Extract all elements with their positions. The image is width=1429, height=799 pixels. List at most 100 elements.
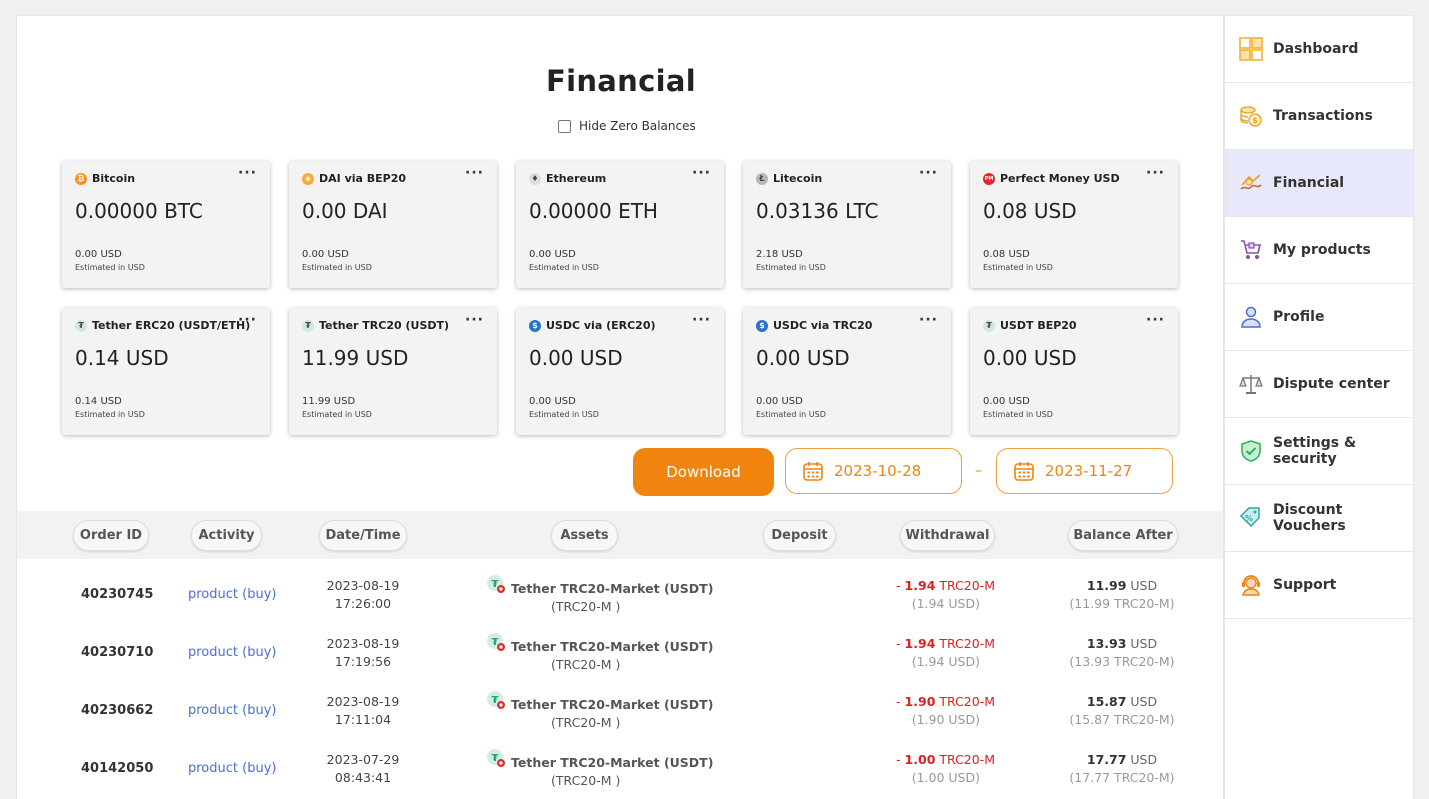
date-from-input[interactable]: 2023-10-28 — [785, 448, 962, 494]
withdrawal-unit: TRC20-M — [935, 636, 995, 651]
activity-link[interactable]: product (buy) — [188, 587, 276, 602]
header-balance-after[interactable]: Balance After — [1068, 520, 1178, 551]
header-deposit[interactable]: Deposit — [763, 520, 836, 551]
table-row: 40230662 product (buy) 2023-08-19 17:11:04 ₮… — [17, 683, 1223, 741]
card-header: PM Perfect Money USD — [983, 172, 1165, 185]
card-usd-value: 2.18 USD — [756, 249, 803, 260]
balance-sub: (17.77 TRC20-M) — [1069, 770, 1175, 785]
tether-market-icon: ₮ — [486, 748, 506, 768]
sidebar-item-label: Settings & security — [1273, 435, 1357, 467]
balance-card[interactable]: ₮ Tether ERC20 (USDT/ETH) ··· 0.14 USD 0.14 … — [62, 308, 270, 435]
sidebar-item-profile[interactable]: Profile — [1225, 284, 1413, 351]
ethereum-icon: ♦ — [529, 172, 541, 185]
hide-zero-toggle[interactable]: Hide Zero Balances — [558, 119, 696, 133]
litecoin-icon: Ł — [756, 172, 768, 185]
activity-link[interactable]: product (buy) — [188, 645, 276, 660]
svg-text:%: % — [1245, 514, 1253, 523]
card-title: Ethereum — [546, 172, 607, 185]
sidebar-item-my-products[interactable]: My products — [1225, 217, 1413, 284]
more-options-icon[interactable]: ··· — [692, 165, 711, 181]
balance-card[interactable]: PM Perfect Money USD ··· 0.08 USD 0.08 USD Es… — [970, 161, 1178, 288]
more-options-icon[interactable]: ··· — [1146, 165, 1165, 181]
balance-unit: USD — [1126, 636, 1158, 651]
withdrawal-usd: (1.00 USD) — [911, 770, 980, 785]
card-amount: 0.00000 BTC — [75, 199, 203, 223]
balance-card[interactable]: ₮ USDT BEP20 ··· 0.00 USD 0.00 USD Estimated … — [970, 308, 1178, 435]
card-estimated-note: Estimated in USD — [756, 410, 826, 419]
card-header: ◈ DAI via BEP20 — [302, 172, 484, 185]
card-usd-value: 0.00 USD — [756, 396, 803, 407]
withdrawal-amount: 1.90 — [904, 694, 936, 709]
more-options-icon[interactable]: ··· — [919, 165, 938, 181]
balance-sub: (11.99 TRC20-M) — [1069, 596, 1175, 611]
withdrawal-cell: - 1.90 TRC20-M (1.90 USD) — [857, 693, 995, 729]
balance-amount: 17.77 — [1086, 752, 1127, 767]
card-title: USDC via TRC20 — [773, 319, 873, 332]
date-separator: – — [975, 463, 982, 479]
more-options-icon[interactable]: ··· — [692, 312, 711, 328]
balance-card[interactable]: $ USDC via TRC20 ··· 0.00 USD 0.00 USD Estima… — [743, 308, 951, 435]
sidebar-item-dashboard[interactable]: Dashboard — [1225, 16, 1413, 83]
asset-name: Tether TRC20-Market (USDT) — [511, 639, 714, 654]
balance-card[interactable]: ◈ DAI via BEP20 ··· 0.00 DAI 0.00 USD Estimat… — [289, 161, 497, 288]
balance-cards: ₿ Bitcoin ··· 0.00000 BTC 0.00 USD Estimated … — [62, 161, 1182, 435]
header-withdrawal[interactable]: Withdrawal — [900, 520, 995, 551]
order-id: 40142050 — [81, 761, 154, 776]
sidebar-item-support[interactable]: Support — [1225, 552, 1413, 619]
date-to-input[interactable]: 2023-11-27 — [996, 448, 1173, 494]
balance-card[interactable]: $ USDC via (ERC20) ··· 0.00 USD 0.00 USD Esti… — [516, 308, 724, 435]
card-usd-value: 0.00 USD — [983, 396, 1030, 407]
card-estimated-note: Estimated in USD — [756, 263, 826, 272]
card-amount: 0.00 USD — [529, 346, 623, 370]
date-from-value: 2023-10-28 — [834, 462, 922, 480]
balance-card[interactable]: ₮ Tether TRC20 (USDT) ··· 11.99 USD 11.99 US… — [289, 308, 497, 435]
usdc-icon: $ — [529, 319, 541, 332]
card-estimated-note: Estimated in USD — [983, 410, 1053, 419]
withdrawal-sign: - — [896, 636, 905, 651]
asset-network: (TRC20-M ) — [551, 657, 621, 672]
withdrawal-amount: 1.94 — [904, 578, 936, 593]
balance-card[interactable]: Ł Litecoin ··· 0.03136 LTC 2.18 USD Estimated… — [743, 161, 951, 288]
withdrawal-unit: TRC20-M — [935, 578, 995, 593]
more-options-icon[interactable]: ··· — [238, 165, 257, 181]
card-estimated-note: Estimated in USD — [983, 263, 1053, 272]
balance-after-cell: 15.87 USD (15.87 TRC20-M) — [1057, 693, 1187, 729]
card-header: $ USDC via TRC20 — [756, 319, 938, 332]
activity-link[interactable]: product (buy) — [188, 703, 276, 718]
card-usd-value: 0.00 USD — [75, 249, 122, 260]
activity-link[interactable]: product (buy) — [188, 761, 276, 776]
sidebar-item-dispute-center[interactable]: Dispute center — [1225, 351, 1413, 418]
sidebar-item-discount-vouchers[interactable]: % Discount Vouchers — [1225, 485, 1413, 552]
sidebar-item-label: Discount Vouchers — [1273, 502, 1346, 534]
balance-card[interactable]: ₿ Bitcoin ··· 0.00000 BTC 0.00 USD Estimated … — [62, 161, 270, 288]
card-amount: 0.00 DAI — [302, 199, 388, 223]
order-id: 40230710 — [81, 645, 154, 660]
more-options-icon[interactable]: ··· — [919, 312, 938, 328]
more-options-icon[interactable]: ··· — [238, 312, 257, 328]
hide-zero-checkbox[interactable] — [558, 119, 571, 133]
card-amount: 11.99 USD — [302, 346, 409, 370]
sidebar-item-transactions[interactable]: $ Transactions — [1225, 83, 1413, 150]
balance-amount: 13.93 — [1086, 636, 1127, 651]
profile-icon — [1239, 305, 1263, 329]
header-date-time[interactable]: Date/Time — [319, 520, 407, 551]
sidebar-item-financial[interactable]: Financial — [1225, 150, 1413, 217]
perfect-money-icon: PM — [983, 172, 995, 185]
more-options-icon[interactable]: ··· — [465, 165, 484, 181]
withdrawal-cell: - 1.94 TRC20-M (1.94 USD) — [857, 635, 995, 671]
header-activity[interactable]: Activity — [191, 520, 262, 551]
balance-card[interactable]: ♦ Ethereum ··· 0.00000 ETH 0.00 USD Estimated… — [516, 161, 724, 288]
more-options-icon[interactable]: ··· — [1146, 312, 1165, 328]
header-assets[interactable]: Assets — [551, 520, 618, 551]
sidebar-item-label: Support — [1273, 577, 1337, 593]
withdrawal-sign: - — [896, 752, 905, 767]
withdrawal-amount: 1.00 — [904, 752, 936, 767]
bitcoin-icon: ₿ — [75, 172, 87, 185]
sidebar-item-settings-security[interactable]: Settings & security — [1225, 418, 1413, 485]
header-order-id[interactable]: Order ID — [73, 520, 149, 551]
asset-network: (TRC20-M ) — [551, 715, 621, 730]
more-options-icon[interactable]: ··· — [465, 312, 484, 328]
card-estimated-note: Estimated in USD — [529, 263, 599, 272]
download-button[interactable]: Download — [633, 448, 774, 496]
date-time: 2023-07-29 08:43:41 — [317, 751, 409, 787]
